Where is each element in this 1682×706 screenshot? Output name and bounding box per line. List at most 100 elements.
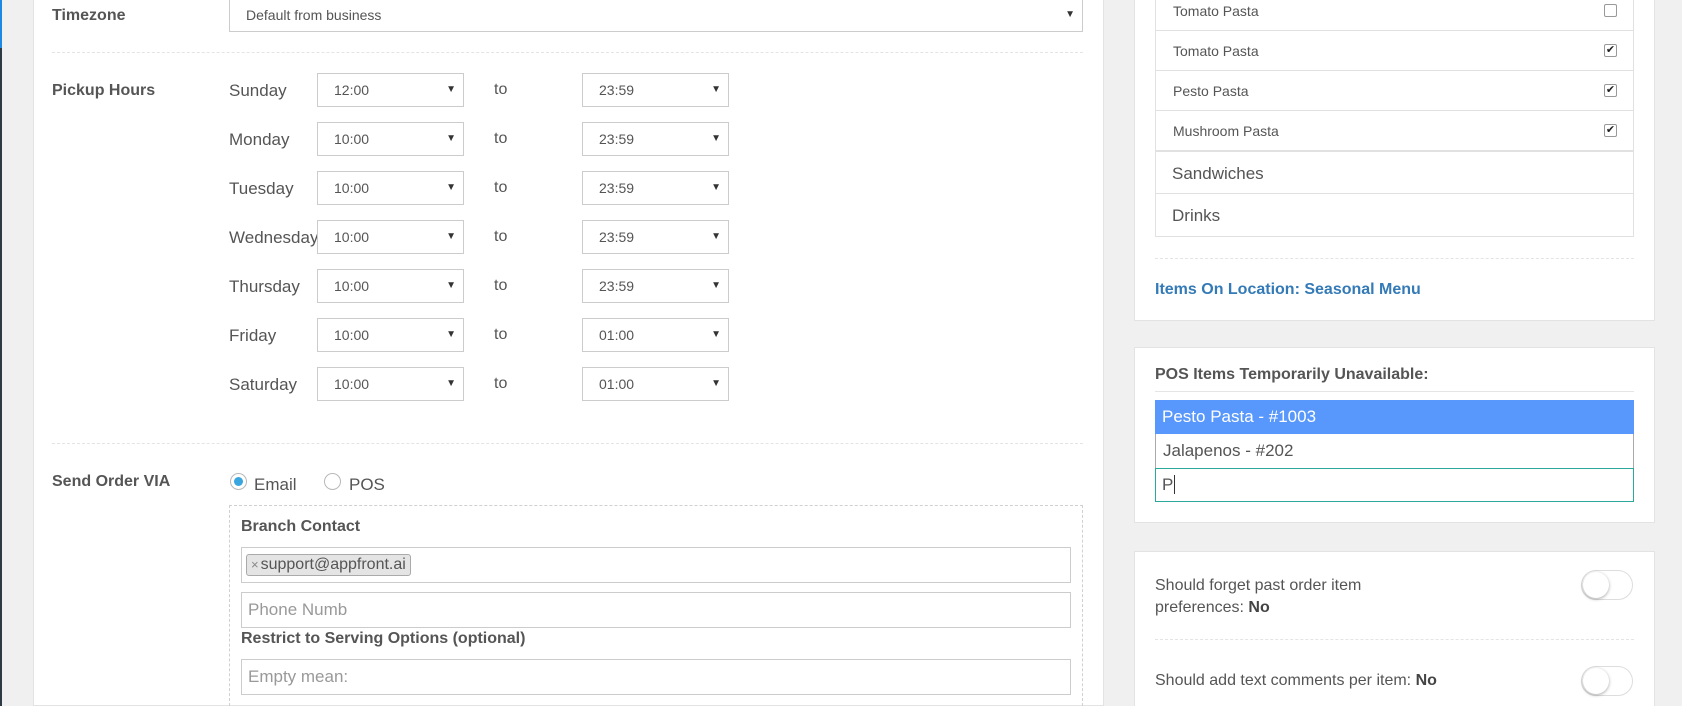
close-time-select[interactable]: 23:59 ▼ <box>582 73 729 107</box>
forget-preferences-value: No <box>1248 599 1270 616</box>
open-time-select[interactable]: 10:00 ▼ <box>317 171 464 205</box>
day-label: Monday <box>229 130 290 149</box>
caret-down-icon: ▼ <box>711 182 721 193</box>
menu-item-label: Tomato Pasta <box>1173 43 1259 59</box>
toggle-knob <box>1583 572 1609 598</box>
to-label: to <box>494 179 508 196</box>
pos-item-search-input[interactable]: P <box>1155 468 1634 502</box>
to-label: to <box>494 277 508 294</box>
email-tag: × support@appfront.ai <box>246 554 411 576</box>
section-divider <box>52 443 1083 444</box>
menu-group-sandwiches[interactable]: Sandwiches <box>1155 151 1634 194</box>
close-time-select[interactable]: 23:59 ▼ <box>582 122 729 156</box>
open-time-value: 10:00 <box>334 180 370 196</box>
close-time-select[interactable]: 23:59 ▼ <box>582 220 729 254</box>
open-time-select[interactable]: 10:00 ▼ <box>317 318 464 352</box>
left-nav-strip <box>0 0 2 706</box>
to-label: to <box>494 228 508 245</box>
restrict-serving-label: Restrict to Serving Options (optional) <box>241 630 526 647</box>
caret-down-icon: ▼ <box>446 84 456 95</box>
section-divider <box>1155 639 1634 640</box>
close-time-select[interactable]: 23:59 ▼ <box>582 269 729 303</box>
pos-radio-label[interactable]: POS <box>349 475 385 495</box>
caret-down-icon: ▼ <box>446 182 456 193</box>
open-time-value: 10:00 <box>334 278 370 294</box>
email-tag-text: support@appfront.ai <box>260 556 406 573</box>
caret-down-icon: ▼ <box>446 329 456 340</box>
text-comments-label: Should add text comments per item: <box>1155 672 1412 689</box>
pos-radio[interactable] <box>324 473 341 490</box>
day-label: Friday <box>229 326 277 345</box>
open-time-select[interactable]: 10:00 ▼ <box>317 122 464 156</box>
section-divider <box>52 52 1083 53</box>
close-time-value: 23:59 <box>599 131 635 147</box>
caret-down-icon: ▼ <box>711 378 721 389</box>
open-time-value: 10:00 <box>334 376 370 392</box>
forget-preferences-toggle[interactable] <box>1581 570 1633 600</box>
timezone-select[interactable]: Default from business ▼ <box>229 0 1083 32</box>
close-time-select[interactable]: 23:59 ▼ <box>582 171 729 205</box>
send-order-label: Send Order VIA <box>52 473 171 490</box>
open-time-value: 12:00 <box>334 82 370 98</box>
nav-highlight <box>0 0 2 48</box>
menu-item[interactable]: Tomato Pasta ✔ <box>1155 31 1634 71</box>
check-icon[interactable]: ✔ <box>1604 124 1617 137</box>
close-time-value: 23:59 <box>599 278 635 294</box>
caret-down-icon: ▼ <box>446 280 456 291</box>
pos-unavailable-label: POS Items Temporarily Unavailable: <box>1155 366 1429 383</box>
open-time-select[interactable]: 10:00 ▼ <box>317 367 464 401</box>
open-time-select[interactable]: 10:00 ▼ <box>317 220 464 254</box>
forget-preferences-text: Should forget past order item preference… <box>1155 575 1445 619</box>
phone-number-field[interactable]: Phone Numb <box>241 592 1071 628</box>
open-time-value: 10:00 <box>334 131 370 147</box>
caret-down-icon: ▼ <box>446 133 456 144</box>
caret-down-icon: ▼ <box>1065 9 1075 20</box>
caret-down-icon: ▼ <box>711 84 721 95</box>
section-divider <box>1155 258 1634 259</box>
to-label: to <box>494 81 508 98</box>
open-time-select[interactable]: 12:00 ▼ <box>317 73 464 107</box>
toggle-knob <box>1583 668 1609 694</box>
menu-item[interactable]: Pesto Pasta ✔ <box>1155 71 1634 111</box>
close-time-select[interactable]: 01:00 ▼ <box>582 318 729 352</box>
dropdown-option[interactable]: Pesto Pasta - #1003 <box>1155 400 1634 434</box>
close-time-select[interactable]: 01:00 ▼ <box>582 367 729 401</box>
items-on-location-link[interactable]: Items On Location: Seasonal Menu <box>1155 281 1421 299</box>
check-icon[interactable]: ✔ <box>1604 44 1617 57</box>
check-icon[interactable]: ✔ <box>1604 84 1617 97</box>
caret-down-icon: ▼ <box>711 133 721 144</box>
day-label: Thursday <box>229 277 300 296</box>
open-time-value: 10:00 <box>334 327 370 343</box>
caret-down-icon: ▼ <box>711 329 721 340</box>
day-label: Tuesday <box>229 179 294 198</box>
phone-placeholder: Phone Numb <box>248 600 348 619</box>
to-label: to <box>494 130 508 147</box>
menu-item[interactable]: Mushroom Pasta ✔ <box>1155 111 1634 151</box>
day-label: Saturday <box>229 375 298 394</box>
multiselect-top-border <box>1155 391 1634 392</box>
menu-item-label: Pesto Pasta <box>1173 83 1249 99</box>
text-comments-value: No <box>1415 672 1437 689</box>
dropdown-option[interactable]: Jalapenos - #202 <box>1155 434 1634 468</box>
close-time-value: 01:00 <box>599 376 635 392</box>
text-comments-toggle[interactable] <box>1581 666 1633 696</box>
caret-down-icon: ▼ <box>711 280 721 291</box>
menu-item[interactable]: Tomato Pasta <box>1155 0 1634 31</box>
timezone-value: Default from business <box>246 7 382 23</box>
pickup-hours-label: Pickup Hours <box>52 82 156 99</box>
open-time-select[interactable]: 10:00 ▼ <box>317 269 464 303</box>
open-time-value: 10:00 <box>334 229 370 245</box>
email-radio[interactable] <box>230 473 247 490</box>
item-checkbox[interactable] <box>1604 4 1617 17</box>
serving-options-field[interactable]: Empty mean: <box>241 659 1071 695</box>
day-label: Wednesday <box>229 228 319 247</box>
menu-item-label: Mushroom Pasta <box>1173 123 1279 139</box>
email-radio-label[interactable]: Email <box>254 475 297 495</box>
text-comments-text: Should add text comments per item: No <box>1155 670 1437 692</box>
day-label: Sunday <box>229 81 287 100</box>
menu-group-drinks[interactable]: Drinks <box>1155 194 1634 237</box>
serving-options-placeholder: Empty mean: <box>248 667 349 686</box>
close-icon[interactable]: × <box>251 557 259 572</box>
search-value: P <box>1162 475 1174 494</box>
close-time-value: 23:59 <box>599 180 635 196</box>
